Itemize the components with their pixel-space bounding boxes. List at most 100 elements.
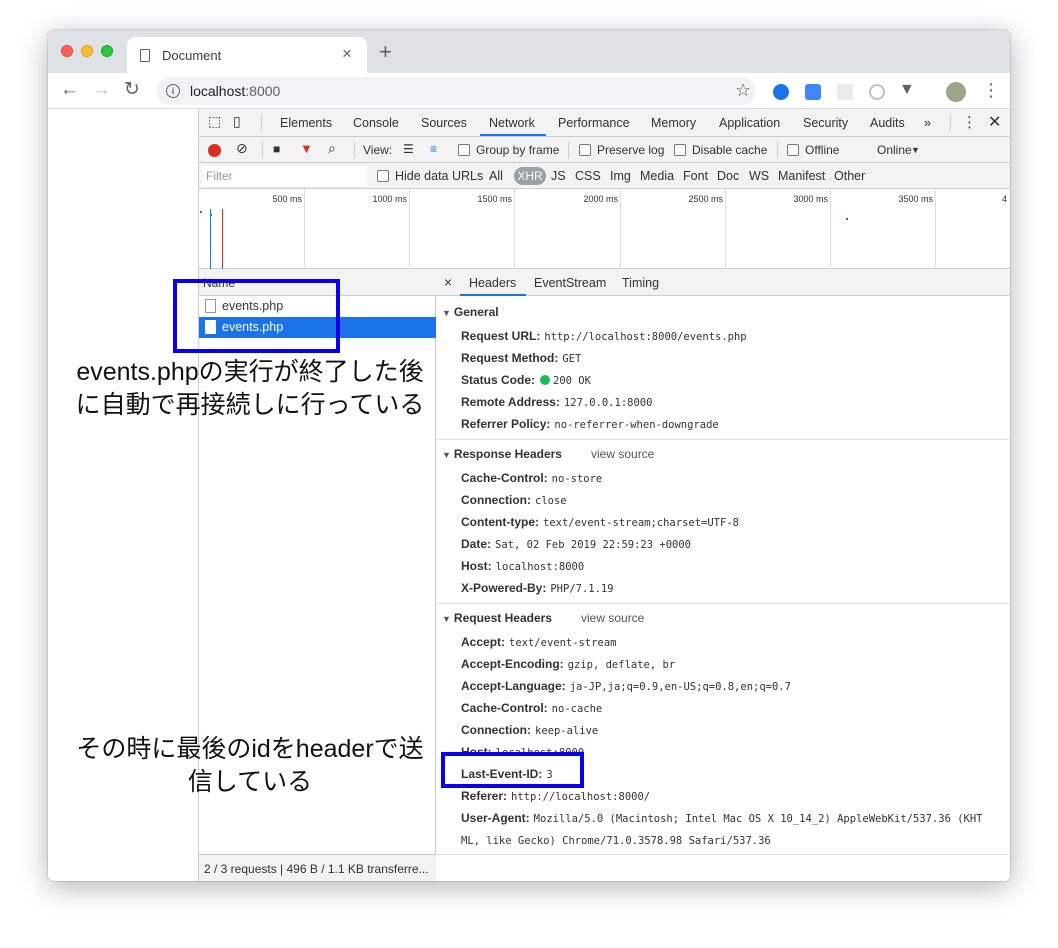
filter-bar: Filter Hide data URLs All XHR JS CSS Img…: [199, 163, 1010, 189]
filter-icon[interactable]: ▼: [300, 141, 313, 156]
request-bar: [200, 211, 202, 213]
extension-icon[interactable]: [869, 84, 885, 100]
browser-tab[interactable]: Document ×: [127, 37, 367, 73]
filter-type-other[interactable]: Other: [834, 169, 865, 183]
devtools-close-icon[interactable]: ✕: [988, 112, 1001, 132]
filter-type-font[interactable]: Font: [683, 169, 708, 183]
clear-icon[interactable]: ⊘: [236, 140, 248, 157]
filter-input[interactable]: Filter: [202, 166, 367, 186]
translate-icon[interactable]: [805, 84, 821, 100]
hide-data-urls-checkbox[interactable]: [377, 170, 389, 182]
header-row: Connection: keep-alive: [461, 723, 599, 737]
header-row: X-Powered-By: PHP/7.1.19: [461, 581, 614, 595]
maximize-window-button[interactable]: [101, 45, 113, 57]
new-tab-icon[interactable]: +: [379, 41, 392, 63]
filter-type-img[interactable]: Img: [610, 169, 631, 183]
chevron-down-icon[interactable]: ▼: [911, 145, 920, 155]
avatar[interactable]: [946, 82, 966, 102]
preserve-log-checkbox[interactable]: [579, 144, 591, 156]
device-toolbar-icon[interactable]: ▯: [233, 113, 241, 130]
tab-performance[interactable]: Performance: [558, 116, 630, 130]
more-tabs-icon[interactable]: »: [924, 116, 931, 130]
highlight-box-last-event-id: [441, 752, 584, 788]
grid-line: [935, 189, 936, 269]
disable-cache-checkbox[interactable]: [674, 144, 686, 156]
inspect-icon[interactable]: ⬚: [208, 113, 221, 130]
close-icon[interactable]: ×: [444, 274, 452, 290]
tab-sources[interactable]: Sources: [421, 116, 467, 130]
filter-type-media[interactable]: Media: [640, 169, 674, 183]
timeline-marker: [222, 209, 223, 269]
address-bar[interactable]: i localhost:8000 ☆: [156, 77, 756, 105]
hide-data-urls-label: Hide data URLs: [395, 169, 484, 183]
tab-memory[interactable]: Memory: [651, 116, 696, 130]
filter-type-all[interactable]: All: [489, 169, 503, 183]
tab-console[interactable]: Console: [353, 116, 399, 130]
devtools-menu-icon[interactable]: ⋮: [962, 113, 977, 131]
reload-icon[interactable]: ↻: [124, 78, 140, 102]
tab-security[interactable]: Security: [803, 116, 848, 130]
tab-eventstream[interactable]: EventStream: [534, 276, 606, 290]
filter-type-xhr[interactable]: XHR: [514, 167, 546, 185]
menu-icon[interactable]: ⋮: [982, 80, 1000, 100]
tab-timing[interactable]: Timing: [622, 276, 659, 290]
tab-title: Document: [162, 48, 222, 63]
tab-headers[interactable]: Headers: [469, 276, 516, 290]
tab-network[interactable]: Network: [489, 116, 535, 130]
tab-application[interactable]: Application: [719, 116, 780, 130]
status-ok-icon: [540, 375, 551, 385]
screenshot-icon[interactable]: ■: [273, 142, 280, 156]
search-icon[interactable]: ⌕: [328, 140, 336, 157]
waterfall-icon[interactable]: ≡: [430, 142, 437, 156]
offline-label: Offline: [805, 143, 840, 157]
annotation-line: events.phpの実行が終了した後: [76, 358, 424, 386]
headers-panel: × Headers EventStream Timing ▼ General Re…: [436, 269, 1010, 881]
grid-line: [725, 189, 726, 269]
view-source-link[interactable]: view source: [581, 611, 644, 625]
bookmark-star-icon[interactable]: ☆: [735, 80, 751, 101]
tab-elements[interactable]: Elements: [280, 116, 332, 130]
offline-checkbox[interactable]: [787, 144, 799, 156]
filter-type-css[interactable]: CSS: [575, 169, 601, 183]
minimize-window-button[interactable]: [81, 45, 93, 57]
header-row: Cache-Control: no-cache: [461, 701, 603, 715]
header-row: Request URL: http://localhost:8000/events…: [461, 329, 747, 343]
large-rows-icon[interactable]: ☰: [403, 142, 414, 156]
vue-devtools-icon[interactable]: ▼: [899, 78, 915, 102]
separator: [568, 142, 569, 158]
group-by-frame-checkbox[interactable]: [458, 144, 470, 156]
forward-icon[interactable]: →: [92, 78, 111, 102]
filter-type-ws[interactable]: WS: [749, 169, 769, 183]
filter-type-manifest[interactable]: Manifest: [778, 169, 825, 183]
response-headers-section-toggle[interactable]: ▼ Response Headers: [442, 447, 562, 461]
header-row: Connection: close: [461, 493, 567, 507]
header-row: Status Code: 200 OK: [461, 373, 591, 387]
separator: [261, 115, 262, 131]
annotation-note-1: events.phpの実行が終了した後 に自動で再接続しに行っている: [50, 356, 450, 422]
header-row: Referer: http://localhost:8000/: [461, 789, 651, 803]
devtools-tabbar: ⬚ ▯ Elements Console Sources Network Per…: [199, 109, 1010, 137]
record-button[interactable]: [208, 144, 221, 157]
divider: [436, 854, 1010, 855]
annotation-note-2: その時に最後のidをheaderで送 信している: [50, 733, 450, 799]
filter-type-js[interactable]: JS: [551, 169, 566, 183]
url-text[interactable]: localhost:8000: [190, 83, 280, 99]
close-window-button[interactable]: [61, 45, 73, 57]
tick-label: 3000 ms: [793, 194, 828, 204]
general-section-toggle[interactable]: ▼ General: [442, 305, 499, 319]
extension-icon[interactable]: [773, 84, 789, 100]
grid-line: [409, 189, 410, 269]
request-headers-section-toggle[interactable]: ▼ Request Headers: [442, 611, 552, 625]
header-row-continued: ML, like Gecko) Chrome/71.0.3578.98 Safa…: [461, 835, 771, 847]
back-icon[interactable]: ←: [60, 78, 79, 102]
separator: [354, 142, 355, 158]
view-source-link[interactable]: view source: [591, 447, 654, 461]
disclosure-triangle-icon: ▼: [442, 614, 451, 624]
network-overview[interactable]: 500 ms 1000 ms 1500 ms 2000 ms 2500 ms 3…: [199, 189, 1010, 269]
filter-type-doc[interactable]: Doc: [717, 169, 739, 183]
extension-icon[interactable]: [837, 84, 853, 100]
info-icon[interactable]: i: [166, 84, 180, 98]
throttle-select[interactable]: Online: [877, 143, 912, 157]
tab-close-icon[interactable]: ×: [342, 44, 352, 64]
tab-audits[interactable]: Audits: [870, 116, 905, 130]
